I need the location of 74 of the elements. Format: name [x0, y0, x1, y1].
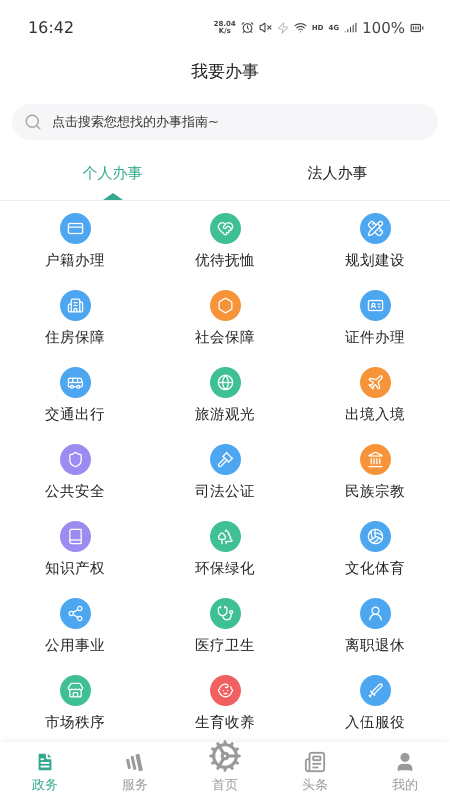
building-icon [66, 297, 84, 314]
service-icon-badge[interactable] [360, 290, 390, 321]
service-icon-badge[interactable] [60, 213, 90, 244]
service-icon-badge[interactable] [360, 521, 390, 552]
person-icon [366, 605, 384, 622]
service-label[interactable]: 医疗卫生 [195, 636, 255, 655]
id-card-icon [366, 297, 384, 314]
sword-icon [366, 682, 384, 699]
gear-icon [208, 739, 242, 773]
bars-icon [124, 751, 146, 773]
gavel-icon [216, 451, 234, 468]
service-label[interactable]: 离职退休 [345, 636, 405, 655]
service-label[interactable]: 证件办理 [345, 328, 405, 347]
ball-icon [366, 528, 384, 545]
service-icon-badge[interactable] [210, 521, 240, 552]
service-label[interactable]: 规划建设 [345, 251, 405, 270]
service-label[interactable]: 住房保障 [45, 328, 105, 347]
card-icon [66, 220, 84, 237]
book-icon [66, 528, 84, 545]
service-label[interactable]: 社会保障 [195, 328, 255, 347]
battery-percent: 100% [362, 18, 405, 36]
service-icon-badge[interactable] [60, 290, 90, 321]
stethoscope-icon [216, 605, 234, 622]
nodes-icon [66, 605, 84, 622]
mute-icon [258, 21, 272, 34]
page-title: 我要办事 [191, 60, 259, 82]
service-icon-badge[interactable] [360, 444, 390, 475]
tab[interactable]: 法人办事 [225, 162, 450, 200]
bolt-icon [276, 22, 289, 34]
search-field[interactable]: 点击搜索您想找的办事指南~ [12, 104, 438, 140]
signal-icon [344, 21, 358, 34]
service-icon-badge[interactable] [60, 521, 90, 552]
service-label[interactable]: 优待抚恤 [195, 251, 255, 270]
service-icon-badge[interactable] [210, 675, 240, 706]
service-icon-badge[interactable] [60, 598, 90, 629]
ruler-icon [366, 220, 384, 237]
service-icon-badge[interactable] [60, 367, 90, 398]
service-icon-badge[interactable] [210, 444, 240, 475]
trees-icon [216, 528, 234, 545]
clock-time: 16:42 [28, 18, 76, 37]
newspaper-icon [304, 751, 326, 773]
service-label[interactable]: 旅游观光 [195, 405, 255, 424]
service-label[interactable]: 民族宗教 [345, 482, 405, 501]
service-label[interactable]: 公共安全 [45, 482, 105, 501]
service-icon-badge[interactable] [360, 213, 390, 244]
service-label[interactable]: 知识产权 [45, 559, 105, 578]
service-icon-badge[interactable] [210, 598, 240, 629]
service-label[interactable]: 户籍办理 [45, 251, 105, 270]
service-label[interactable]: 生育收养 [195, 713, 255, 732]
plane-icon [366, 374, 384, 391]
baby-icon [216, 682, 234, 699]
service-icon-badge[interactable] [210, 290, 240, 321]
service-icon-badge[interactable] [210, 213, 240, 244]
search-icon [24, 113, 42, 131]
service-label[interactable]: 环保绿化 [195, 559, 255, 578]
alarm-icon [240, 21, 254, 34]
service-label[interactable]: 公用事业 [45, 636, 105, 655]
service-icon-badge[interactable] [360, 675, 390, 706]
service-icon-badge[interactable] [360, 367, 390, 398]
store-icon [66, 682, 84, 699]
service-label[interactable]: 交通出行 [45, 405, 105, 424]
service-label[interactable]: 出境入境 [345, 405, 405, 424]
service-icon-badge[interactable] [60, 444, 90, 475]
service-label[interactable]: 市场秩序 [45, 713, 105, 732]
service-icon-badge[interactable] [210, 367, 240, 398]
globe-icon [216, 374, 234, 391]
service-label[interactable]: 入伍服役 [345, 713, 405, 732]
hexagon-icon [216, 297, 234, 314]
shield-icon [66, 451, 84, 468]
service-icon-badge[interactable] [60, 675, 90, 706]
service-icon-badge[interactable] [360, 598, 390, 629]
service-label[interactable]: 司法公证 [195, 482, 255, 501]
service-label[interactable]: 文化体育 [345, 559, 405, 578]
landmark-icon [366, 451, 384, 468]
